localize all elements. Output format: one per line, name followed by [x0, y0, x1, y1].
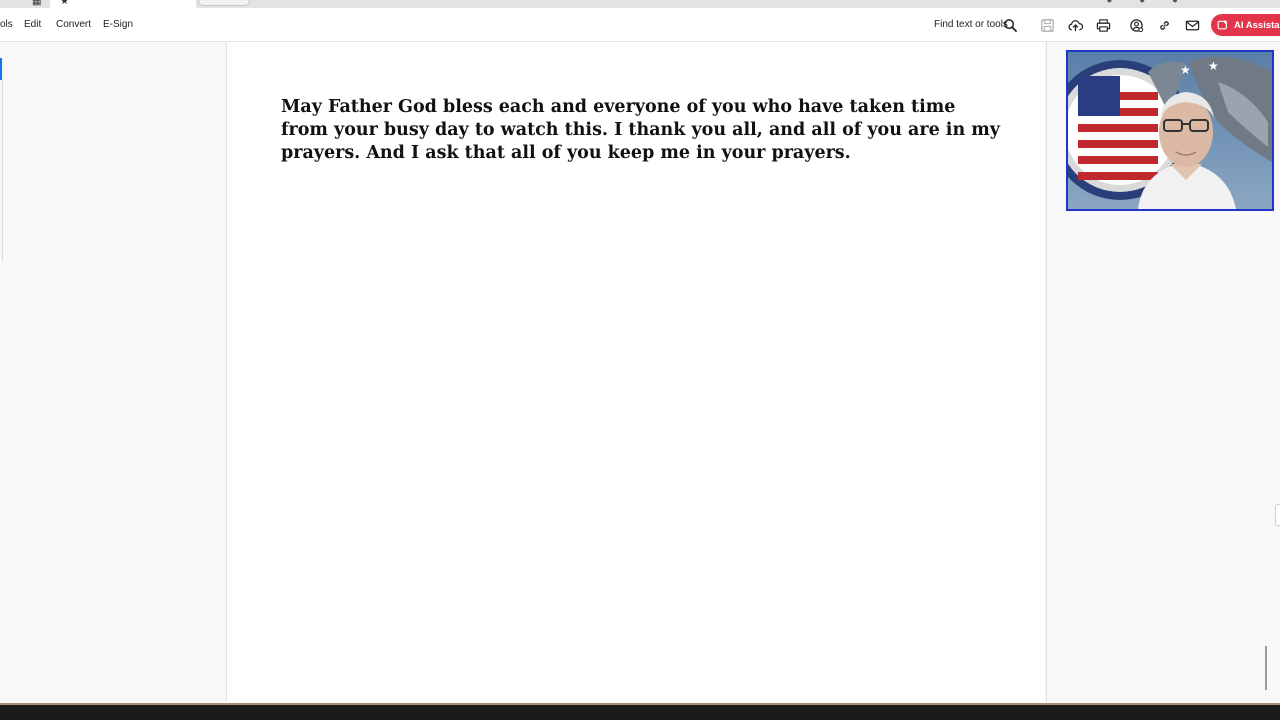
webcam-overlay: ★ ★	[1066, 50, 1274, 211]
active-tab[interactable]	[50, 0, 196, 8]
find-text-or-tools[interactable]: Find text or tools	[934, 19, 1008, 30]
print-icon[interactable]	[1094, 16, 1112, 34]
menu-esign[interactable]: E-Sign	[103, 19, 133, 30]
left-nav-panel	[0, 42, 227, 702]
save-icon[interactable]	[1038, 16, 1056, 34]
ai-assistant-button[interactable]: AI Assistant	[1211, 14, 1280, 36]
svg-text:★: ★	[1208, 59, 1219, 73]
star-icon[interactable]: ★	[60, 0, 69, 7]
document-text: May Father God bless each and everyone o…	[281, 97, 1000, 163]
apps-icon[interactable]: ▦	[32, 0, 41, 7]
menu-all-tools[interactable]: ols	[0, 19, 13, 30]
share-icon[interactable]	[1127, 16, 1145, 34]
link-icon[interactable]	[1155, 16, 1173, 34]
email-icon[interactable]	[1183, 16, 1201, 34]
scrollbar-thumb[interactable]	[1265, 646, 1267, 690]
taskbar	[0, 703, 1280, 720]
left-panel-divider	[2, 80, 3, 262]
ai-assistant-label: AI Assistant	[1234, 19, 1280, 31]
menu-edit[interactable]: Edit	[24, 19, 41, 30]
new-tab-area[interactable]	[198, 0, 250, 6]
browser-controls-icon[interactable]: ● ● ●	[1106, 0, 1190, 6]
left-panel-selection-marker[interactable]	[0, 58, 2, 80]
search-icon[interactable]	[1001, 16, 1019, 34]
side-panel-handle[interactable]	[1275, 504, 1280, 526]
svg-text:★: ★	[1180, 63, 1191, 77]
app-toolbar: ols Edit Convert E-Sign Find text or too…	[0, 8, 1280, 42]
upload-icon[interactable]	[1066, 16, 1084, 34]
webcam-video-feed: ★ ★	[1068, 52, 1272, 209]
document-page[interactable]: May Father God bless each and everyone o…	[227, 42, 1045, 702]
taskbar-edge	[0, 703, 1280, 705]
menu-convert[interactable]: Convert	[56, 19, 91, 30]
browser-tab-strip: ▦ ★ ● ● ●	[0, 0, 1280, 8]
ai-assistant-icon	[1217, 19, 1228, 30]
